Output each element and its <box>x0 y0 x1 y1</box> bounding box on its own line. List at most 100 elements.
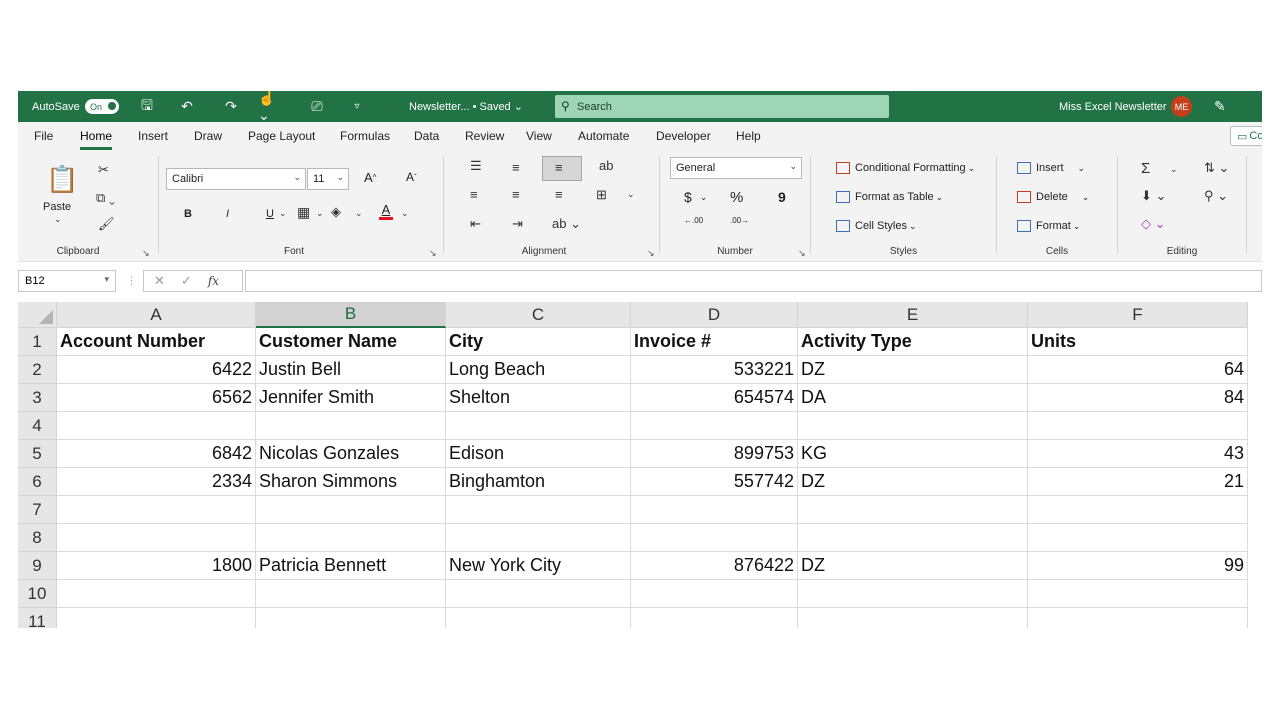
pen-icon[interactable]: ✎ <box>1214 91 1226 122</box>
tab-developer[interactable]: Developer <box>656 129 711 143</box>
merge-dropdown-icon[interactable]: ⌄ <box>627 189 635 200</box>
clipboard-launcher-icon[interactable]: ↘ <box>142 248 150 259</box>
grow-font-button[interactable]: A ^ <box>364 170 376 185</box>
shrink-font-button[interactable]: Aˇ <box>406 170 417 184</box>
decrease-indent-icon[interactable]: ⇤ <box>470 216 481 232</box>
cell-c9[interactable]: New York City <box>446 552 631 580</box>
cell-d9[interactable]: 876422 <box>631 552 798 580</box>
align-right-icon[interactable]: ≡ <box>555 187 563 202</box>
select-all-button[interactable] <box>18 302 57 328</box>
underline-button[interactable]: U <box>266 208 274 220</box>
merge-center-icon[interactable]: ⊞ <box>596 187 607 203</box>
cell-d6[interactable]: 557742 <box>631 468 798 496</box>
cell-a4[interactable] <box>57 412 256 440</box>
paste-icon[interactable]: 📋 <box>46 164 78 195</box>
borders-dropdown-icon[interactable]: ⌄ <box>316 208 324 219</box>
align-middle-icon[interactable]: ≡ <box>512 160 520 175</box>
paste-dropdown-icon[interactable]: ⌄ <box>54 214 62 225</box>
cell-e2[interactable]: DZ <box>798 356 1028 384</box>
row-header-8[interactable]: 8 <box>18 524 57 552</box>
clear-icon[interactable]: ◇ ⌄ <box>1141 216 1166 232</box>
cell-e4[interactable] <box>798 412 1028 440</box>
cell-a9[interactable]: 1800 <box>57 552 256 580</box>
cell-d4[interactable] <box>631 412 798 440</box>
cell-c11[interactable] <box>446 608 631 628</box>
number-launcher-icon[interactable]: ↘ <box>798 248 806 259</box>
align-center-icon[interactable]: ≡ <box>512 187 520 202</box>
tab-draw[interactable]: Draw <box>194 129 222 143</box>
font-color-button[interactable]: A <box>379 202 393 220</box>
cell-a1[interactable]: Account Number <box>57 328 256 356</box>
conditional-formatting-button[interactable]: Conditional Formatting ⌄ <box>836 162 975 174</box>
cell-b3[interactable]: Jennifer Smith <box>256 384 446 412</box>
cell-b7[interactable] <box>256 496 446 524</box>
column-header-a[interactable]: A <box>57 302 256 328</box>
cell-c2[interactable]: Long Beach <box>446 356 631 384</box>
cell-a8[interactable] <box>57 524 256 552</box>
italic-button[interactable]: I <box>226 208 229 220</box>
cell-e9[interactable]: DZ <box>798 552 1028 580</box>
insert-cells-button[interactable]: Insert ⌄ <box>1017 162 1085 174</box>
cell-a6[interactable]: 2334 <box>57 468 256 496</box>
format-cells-button[interactable]: Format ⌄ <box>1017 220 1080 232</box>
cell-e11[interactable] <box>798 608 1028 628</box>
cell-f5[interactable]: 43 <box>1028 440 1248 468</box>
insert-function-button[interactable]: fx <box>208 274 219 288</box>
cell-d7[interactable] <box>631 496 798 524</box>
avatar[interactable]: ME <box>1171 96 1192 117</box>
align-left-icon[interactable]: ≡ <box>470 187 478 202</box>
font-launcher-icon[interactable]: ↘ <box>429 248 437 259</box>
cell-a7[interactable] <box>57 496 256 524</box>
cell-d10[interactable] <box>631 580 798 608</box>
autosum-icon[interactable]: Σ <box>1141 160 1150 177</box>
row-header-5[interactable]: 5 <box>18 440 57 468</box>
cell-styles-button[interactable]: Cell Styles ⌄ <box>836 220 917 232</box>
row-header-11[interactable]: 11 <box>18 608 57 628</box>
cell-f1[interactable]: Units <box>1028 328 1248 356</box>
cell-a2[interactable]: 6422 <box>57 356 256 384</box>
tab-formulas[interactable]: Formulas <box>340 129 390 143</box>
cell-a3[interactable]: 6562 <box>57 384 256 412</box>
cell-b1[interactable]: Customer Name <box>256 328 446 356</box>
tab-review[interactable]: Review <box>465 129 504 143</box>
cell-d11[interactable] <box>631 608 798 628</box>
tab-file[interactable]: File <box>34 129 53 143</box>
bold-button[interactable]: B <box>184 208 192 220</box>
cell-b11[interactable] <box>256 608 446 628</box>
cell-e6[interactable]: DZ <box>798 468 1028 496</box>
cell-c5[interactable]: Edison <box>446 440 631 468</box>
cell-f3[interactable]: 84 <box>1028 384 1248 412</box>
cell-d1[interactable]: Invoice # <box>631 328 798 356</box>
percent-button[interactable]: % <box>730 189 743 206</box>
cell-d2[interactable]: 533221 <box>631 356 798 384</box>
cell-c3[interactable]: Shelton <box>446 384 631 412</box>
row-header-7[interactable]: 7 <box>18 496 57 524</box>
cell-f11[interactable] <box>1028 608 1248 628</box>
fill-icon[interactable]: ⬇ ⌄ <box>1141 188 1166 204</box>
cell-b10[interactable] <box>256 580 446 608</box>
comments-button[interactable]: ▭ Co <box>1230 126 1262 146</box>
tab-insert[interactable]: Insert <box>138 129 168 143</box>
font-size-select[interactable]: 11 ⌄ <box>307 168 349 190</box>
undo-icon[interactable]: ↶ <box>176 91 198 122</box>
cell-b5[interactable]: Nicolas Gonzales <box>256 440 446 468</box>
cell-f8[interactable] <box>1028 524 1248 552</box>
save-icon[interactable]: 🖫 <box>136 91 158 122</box>
cell-c7[interactable] <box>446 496 631 524</box>
autosum-dropdown-icon[interactable]: ⌄ <box>1170 164 1178 175</box>
row-header-1[interactable]: 1 <box>18 328 57 356</box>
name-box[interactable]: B12 ▾ <box>18 270 116 292</box>
cell-b2[interactable]: Justin Bell <box>256 356 446 384</box>
row-header-6[interactable]: 6 <box>18 468 57 496</box>
cell-c10[interactable] <box>446 580 631 608</box>
comma-style-button[interactable]: 9 <box>778 189 786 205</box>
cell-a5[interactable]: 6842 <box>57 440 256 468</box>
font-color-dropdown-icon[interactable]: ⌄ <box>401 208 409 219</box>
delete-cells-button[interactable]: Delete ⌄ <box>1017 191 1089 203</box>
orientation-icon[interactable]: ab ⌄ <box>552 216 581 232</box>
cancel-icon[interactable]: ✕ <box>154 273 165 289</box>
underline-dropdown-icon[interactable]: ⌄ <box>279 208 287 219</box>
present-icon[interactable]: ⎚ <box>306 91 328 122</box>
paste-button[interactable]: Paste <box>43 201 71 213</box>
column-header-c[interactable]: C <box>446 302 631 328</box>
